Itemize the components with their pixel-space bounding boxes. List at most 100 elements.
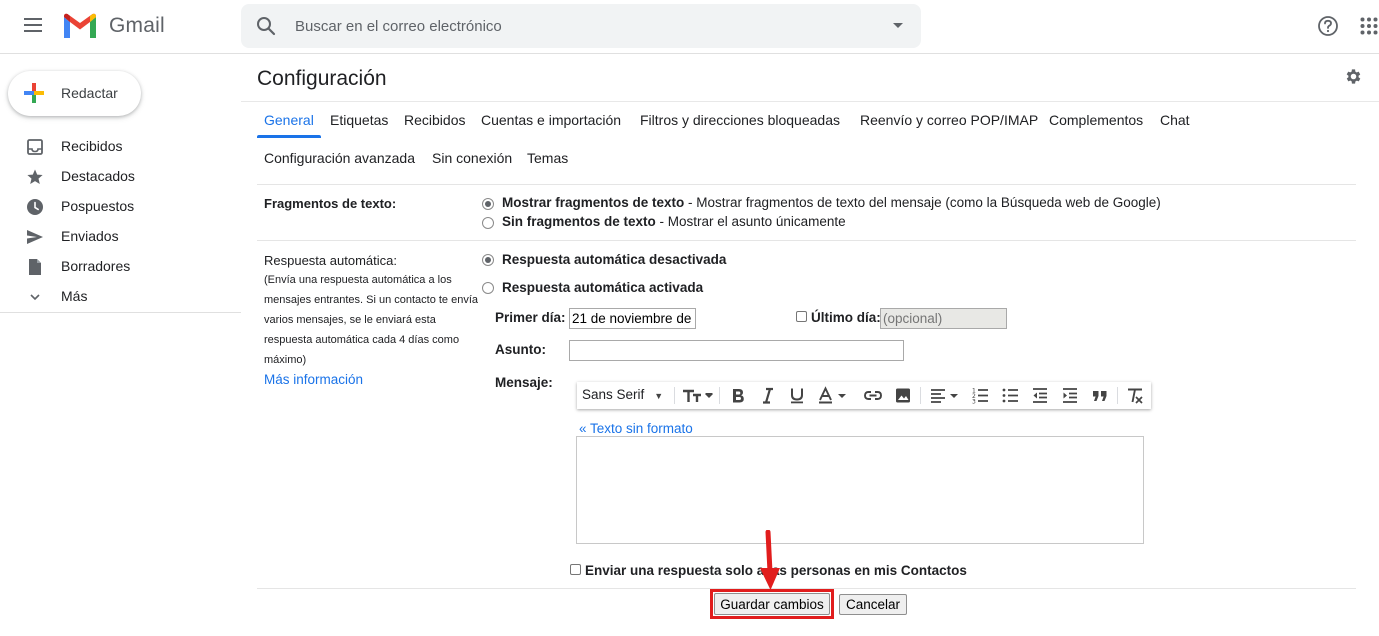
align-icon[interactable] xyxy=(929,386,963,405)
tab-labels[interactable]: Etiquetas xyxy=(330,112,388,128)
chevron-down-icon xyxy=(26,288,44,306)
section-divider xyxy=(257,240,1356,241)
tab-forwarding-pop-imap[interactable]: Reenvío y correo POP/IMAP xyxy=(860,112,1038,128)
gear-icon[interactable] xyxy=(1344,67,1363,86)
snippets-on-title: Mostrar fragmentos de texto xyxy=(502,195,685,210)
cancel-button[interactable]: Cancelar xyxy=(839,594,907,615)
text-color-icon[interactable] xyxy=(817,386,851,405)
indent-more-icon[interactable] xyxy=(1061,386,1079,405)
snippets-off-title: Sin fragmentos de texto xyxy=(502,214,656,229)
vacation-off-option: Respuesta automática desactivada xyxy=(502,252,727,267)
sidebar-divider xyxy=(0,312,241,313)
toolbar-separator xyxy=(719,387,720,404)
snippets-off-radio[interactable] xyxy=(482,217,494,229)
toolbar-separator xyxy=(1117,387,1118,404)
subject-label: Asunto: xyxy=(495,342,546,357)
quote-icon[interactable] xyxy=(1091,386,1109,405)
vacation-on-option: Respuesta automática activada xyxy=(502,280,704,295)
svg-text:3: 3 xyxy=(972,399,976,406)
main-menu-button[interactable] xyxy=(20,14,48,38)
contacts-only-checkbox[interactable] xyxy=(570,564,581,575)
vacation-label: Respuesta automática: xyxy=(264,253,397,268)
send-icon xyxy=(26,228,44,246)
message-label: Mensaje: xyxy=(495,375,553,390)
snippets-on-desc: - Mostrar fragmentos de texto del mensaj… xyxy=(684,195,1161,210)
vacation-note: (Envía una respuesta automática a los me… xyxy=(264,274,479,366)
search-icon[interactable] xyxy=(255,15,277,37)
last-day-input[interactable] xyxy=(880,308,1007,329)
caret-down-icon: ▼ xyxy=(654,391,664,401)
tab-accounts-import[interactable]: Cuentas e importación xyxy=(481,112,621,128)
tab-inbox[interactable]: Recibidos xyxy=(404,112,465,128)
tab-advanced[interactable]: Configuración avanzada xyxy=(264,150,415,166)
bulleted-list-icon[interactable] xyxy=(1001,386,1019,405)
toolbar-separator xyxy=(674,387,675,404)
title-divider xyxy=(241,101,1379,102)
sidebar-item-label: Enviados xyxy=(61,228,119,244)
plain-text-link[interactable]: « Texto sin formato xyxy=(579,421,693,436)
gmail-wordmark[interactable]: Gmail xyxy=(109,14,165,38)
subject-input[interactable] xyxy=(569,340,904,361)
last-day-label: Último día: xyxy=(811,310,881,325)
clock-icon xyxy=(26,198,44,216)
top-bar: Gmail xyxy=(0,0,1379,54)
apps-grid-icon[interactable] xyxy=(1360,17,1378,35)
message-editor[interactable] xyxy=(576,436,1144,544)
sidebar-item-label: Destacados xyxy=(61,168,135,184)
tab-themes[interactable]: Temas xyxy=(527,150,568,166)
sidebar-item-label: Borradores xyxy=(61,258,131,274)
first-day-input[interactable] xyxy=(569,308,696,329)
compose-button[interactable]: Redactar xyxy=(8,71,141,116)
tab-addons[interactable]: Complementos xyxy=(1049,112,1143,128)
search-options-caret-icon[interactable] xyxy=(893,23,903,28)
tab-chat[interactable]: Chat xyxy=(1160,112,1190,128)
link-icon[interactable] xyxy=(863,386,883,405)
sidebar-item-sent[interactable]: Enviados xyxy=(0,223,240,251)
last-day-checkbox[interactable] xyxy=(796,311,807,322)
underline-icon[interactable] xyxy=(788,386,806,405)
sidebar-item-inbox[interactable]: Recibidos xyxy=(0,133,240,161)
vacation-on-radio[interactable] xyxy=(482,282,494,294)
star-icon xyxy=(26,168,44,186)
vacation-off-radio[interactable] xyxy=(482,254,494,266)
italic-icon[interactable] xyxy=(759,386,777,405)
snippets-on-option: Mostrar fragmentos de texto - Mostrar fr… xyxy=(502,195,1161,210)
tab-general[interactable]: General xyxy=(264,112,314,128)
more-info-link[interactable]: Más información xyxy=(264,372,363,387)
snippets-off-desc: - Mostrar el asunto únicamente xyxy=(655,214,846,229)
inbox-icon xyxy=(26,138,44,156)
search-input[interactable] xyxy=(295,12,875,40)
bold-icon[interactable] xyxy=(729,386,747,405)
first-day-label: Primer día: xyxy=(495,310,566,325)
insert-image-icon[interactable] xyxy=(894,386,912,405)
font-family-select[interactable]: Sans Serif ▼ xyxy=(582,387,663,402)
sidebar-item-label: Pospuestos xyxy=(61,198,135,214)
compose-label: Redactar xyxy=(61,85,118,101)
snippets-off-option: Sin fragmentos de texto - Mostrar el asu… xyxy=(502,214,846,229)
annotation-arrow-icon xyxy=(760,530,780,590)
sidebar-item-snoozed[interactable]: Pospuestos xyxy=(0,193,240,221)
snippets-on-radio[interactable] xyxy=(482,198,494,210)
sidebar-item-drafts[interactable]: Borradores xyxy=(0,253,240,281)
tab-offline[interactable]: Sin conexión xyxy=(432,150,512,166)
numbered-list-icon[interactable]: 123 xyxy=(971,386,989,405)
tab-filters-blocked[interactable]: Filtros y direcciones bloqueadas xyxy=(640,112,840,128)
compose-plus-icon xyxy=(22,81,46,105)
page-title: Configuración xyxy=(257,67,387,90)
sidebar-item-label: Recibidos xyxy=(61,138,123,154)
gmail-logo-icon[interactable] xyxy=(62,12,98,40)
active-tab-indicator xyxy=(257,135,321,138)
snippets-label: Fragmentos de texto: xyxy=(264,196,397,211)
sidebar-item-more[interactable]: Más xyxy=(0,283,240,311)
sidebar-item-starred[interactable]: Destacados xyxy=(0,163,240,191)
section-divider xyxy=(257,184,1356,185)
formatting-toolbar: Sans Serif ▼ 123 xyxy=(577,382,1151,409)
font-size-icon[interactable] xyxy=(681,386,715,405)
help-icon[interactable] xyxy=(1317,15,1339,37)
annotation-highlight-box xyxy=(710,589,834,619)
font-family-value: Sans Serif xyxy=(582,387,645,402)
search-bar xyxy=(241,4,921,48)
remove-formatting-icon[interactable] xyxy=(1125,386,1145,405)
indent-less-icon[interactable] xyxy=(1031,386,1049,405)
sidebar-item-label: Más xyxy=(61,288,88,304)
